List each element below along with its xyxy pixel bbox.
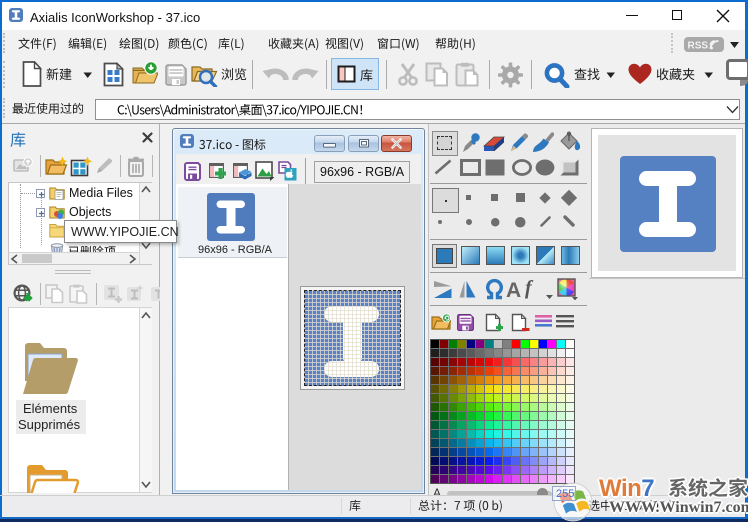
svg-text:RSS: RSS [688, 41, 709, 52]
svg-text:f: f [525, 277, 534, 299]
